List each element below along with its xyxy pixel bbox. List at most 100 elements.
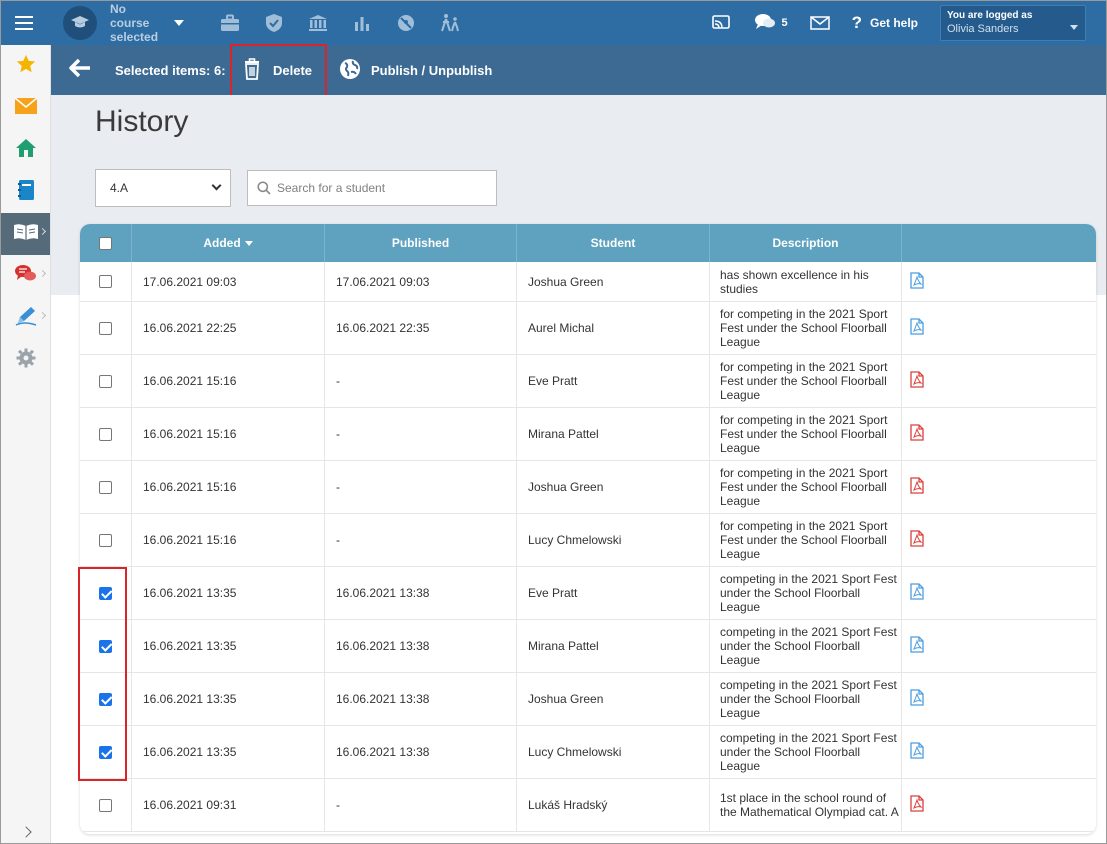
table-row[interactable]: 16.06.2021 15:16- Eve Pratt for competing … <box>80 355 1096 408</box>
header-student[interactable]: Student <box>517 224 710 262</box>
selected-items-label: Selected items: 6: <box>115 62 226 78</box>
row-checkbox[interactable] <box>99 480 112 494</box>
row-checkbox[interactable] <box>99 692 112 706</box>
pdf-file-icon[interactable] <box>910 318 924 338</box>
sidebar-item-settings[interactable] <box>1 339 50 381</box>
walking-kids-icon[interactable] <box>428 1 472 45</box>
table-row[interactable]: 16.06.2021 09:31- Lukáš Hradský 1st place … <box>80 779 1096 832</box>
sidebar-item-home[interactable] <box>1 129 50 171</box>
table-row[interactable]: 16.06.2021 15:16- Mirana Pattel for compet… <box>80 408 1096 461</box>
row-checkbox[interactable] <box>99 427 112 441</box>
get-help-button[interactable]: ? Get help <box>852 13 918 33</box>
file-cell <box>902 461 1096 513</box>
table-row[interactable]: 16.06.2021 13:35 16.06.2021 13:38 Joshua G… <box>80 673 1096 726</box>
pdf-file-icon[interactable] <box>910 583 924 603</box>
file-cell <box>902 567 1096 619</box>
shield-check-icon[interactable] <box>252 1 296 45</box>
sidebar-item-edit[interactable] <box>1 297 50 339</box>
row-checkbox[interactable] <box>99 745 112 759</box>
description-cell: for competing in the 2021 Sport Fest und… <box>710 408 902 460</box>
row-checkbox[interactable] <box>99 321 112 335</box>
search-input[interactable] <box>277 181 487 195</box>
pdf-file-icon[interactable] <box>910 477 924 497</box>
pdf-file-icon[interactable] <box>910 689 924 709</box>
table-row[interactable]: 16.06.2021 15:16- Joshua Green for competi… <box>80 461 1096 514</box>
gear-icon <box>16 348 36 373</box>
briefcase-icon[interactable] <box>208 1 252 45</box>
student-cell: Eve Pratt <box>517 355 710 407</box>
published-cell: - <box>325 779 517 831</box>
file-cell <box>902 302 1096 354</box>
description-cell: for competing in the 2021 Sport Fest und… <box>710 302 902 354</box>
sidebar-item-history[interactable] <box>1 213 50 255</box>
sidebar-item-favorites[interactable] <box>1 45 50 87</box>
chat-icon <box>754 13 776 34</box>
table-row[interactable]: 16.06.2021 15:16- Lucy Chmelowski for comp… <box>80 514 1096 567</box>
publish-unpublish-button[interactable]: Publish / Unpublish <box>339 45 492 95</box>
student-cell: Lukáš Hradský <box>517 779 710 831</box>
description-cell: competing in the 2021 Sport Fest under t… <box>710 567 902 619</box>
course-line1: No course <box>110 2 150 30</box>
logged-as-label: You are logged as <box>947 10 1033 21</box>
table-row[interactable]: 16.06.2021 22:25 16.06.2021 22:35 Aurel Mi… <box>80 302 1096 355</box>
help-icon: ? <box>851 13 862 32</box>
table-row[interactable]: 16.06.2021 13:35 16.06.2021 13:38 Mirana P… <box>80 620 1096 673</box>
student-cell: Lucy Chmelowski <box>517 514 710 566</box>
table-row[interactable]: 17.06.2021 09:03 17.06.2021 09:03 Joshua G… <box>80 262 1096 302</box>
student-cell: Mirana Pattel <box>517 408 710 460</box>
course-selector[interactable]: No course selected <box>63 2 184 44</box>
get-help-label: Get help <box>869 16 918 30</box>
row-checkbox[interactable] <box>99 639 112 653</box>
file-cell <box>902 355 1096 407</box>
cast-icon[interactable] <box>712 15 731 31</box>
added-cell: 16.06.2021 22:25 <box>132 302 325 354</box>
published-cell: 17.06.2021 09:03 <box>325 262 517 301</box>
row-checkbox[interactable] <box>99 374 112 388</box>
delete-button[interactable]: Delete <box>230 43 327 97</box>
pen-icon <box>14 305 38 332</box>
course-selector-label: No course selected <box>110 2 168 44</box>
bar-chart-icon[interactable] <box>340 1 384 45</box>
description-cell: for competing in the 2021 Sport Fest und… <box>710 355 902 407</box>
row-checkbox[interactable] <box>99 533 112 547</box>
back-button[interactable] <box>51 45 109 95</box>
header-added[interactable]: Added <box>132 224 325 262</box>
no-entry-icon[interactable] <box>384 1 428 45</box>
class-select[interactable]: 4.A <box>95 169 231 207</box>
top-navigation-bar: No course selected 5 ? Get help You are … <box>1 1 1106 45</box>
row-select-cell <box>80 302 132 354</box>
messages-button[interactable]: 5 <box>754 13 788 34</box>
table-row[interactable]: 16.06.2021 13:35 16.06.2021 13:38 Lucy Chm… <box>80 726 1096 779</box>
user-menu[interactable]: You are logged as Olivia Sanders <box>940 5 1086 41</box>
added-cell: 16.06.2021 13:35 <box>132 620 325 672</box>
published-cell: - <box>325 408 517 460</box>
header-description[interactable]: Description <box>710 224 902 262</box>
mail-icon[interactable] <box>809 16 830 30</box>
sidebar-item-notebook[interactable] <box>1 171 50 213</box>
sidebar-item-discussions[interactable] <box>1 255 50 297</box>
pdf-file-icon[interactable] <box>910 636 924 656</box>
header-description-label: Description <box>772 236 839 250</box>
pdf-file-icon[interactable] <box>910 795 924 815</box>
table-row[interactable]: 16.06.2021 13:35 16.06.2021 13:38 Eve Prat… <box>80 567 1096 620</box>
file-cell <box>902 673 1096 725</box>
pdf-file-icon[interactable] <box>910 530 924 550</box>
header-published[interactable]: Published <box>325 224 517 262</box>
row-checkbox[interactable] <box>99 798 112 812</box>
row-checkbox[interactable] <box>99 586 112 600</box>
hamburger-icon[interactable] <box>1 1 47 45</box>
pdf-file-icon[interactable] <box>910 424 924 444</box>
file-cell <box>902 726 1096 778</box>
added-cell: 16.06.2021 15:16 <box>132 408 325 460</box>
bank-icon[interactable] <box>296 1 340 45</box>
added-cell: 17.06.2021 09:03 <box>132 262 325 301</box>
pdf-file-icon[interactable] <box>910 271 924 292</box>
sidebar-item-mail[interactable] <box>1 87 50 129</box>
pdf-file-icon[interactable] <box>910 742 924 762</box>
row-checkbox[interactable] <box>99 275 112 288</box>
select-all-checkbox[interactable] <box>99 236 112 250</box>
published-cell: - <box>325 514 517 566</box>
expand-sidebar-button[interactable] <box>1 821 50 843</box>
description-cell: for competing in the 2021 Sport Fest und… <box>710 461 902 513</box>
pdf-file-icon[interactable] <box>910 371 924 391</box>
